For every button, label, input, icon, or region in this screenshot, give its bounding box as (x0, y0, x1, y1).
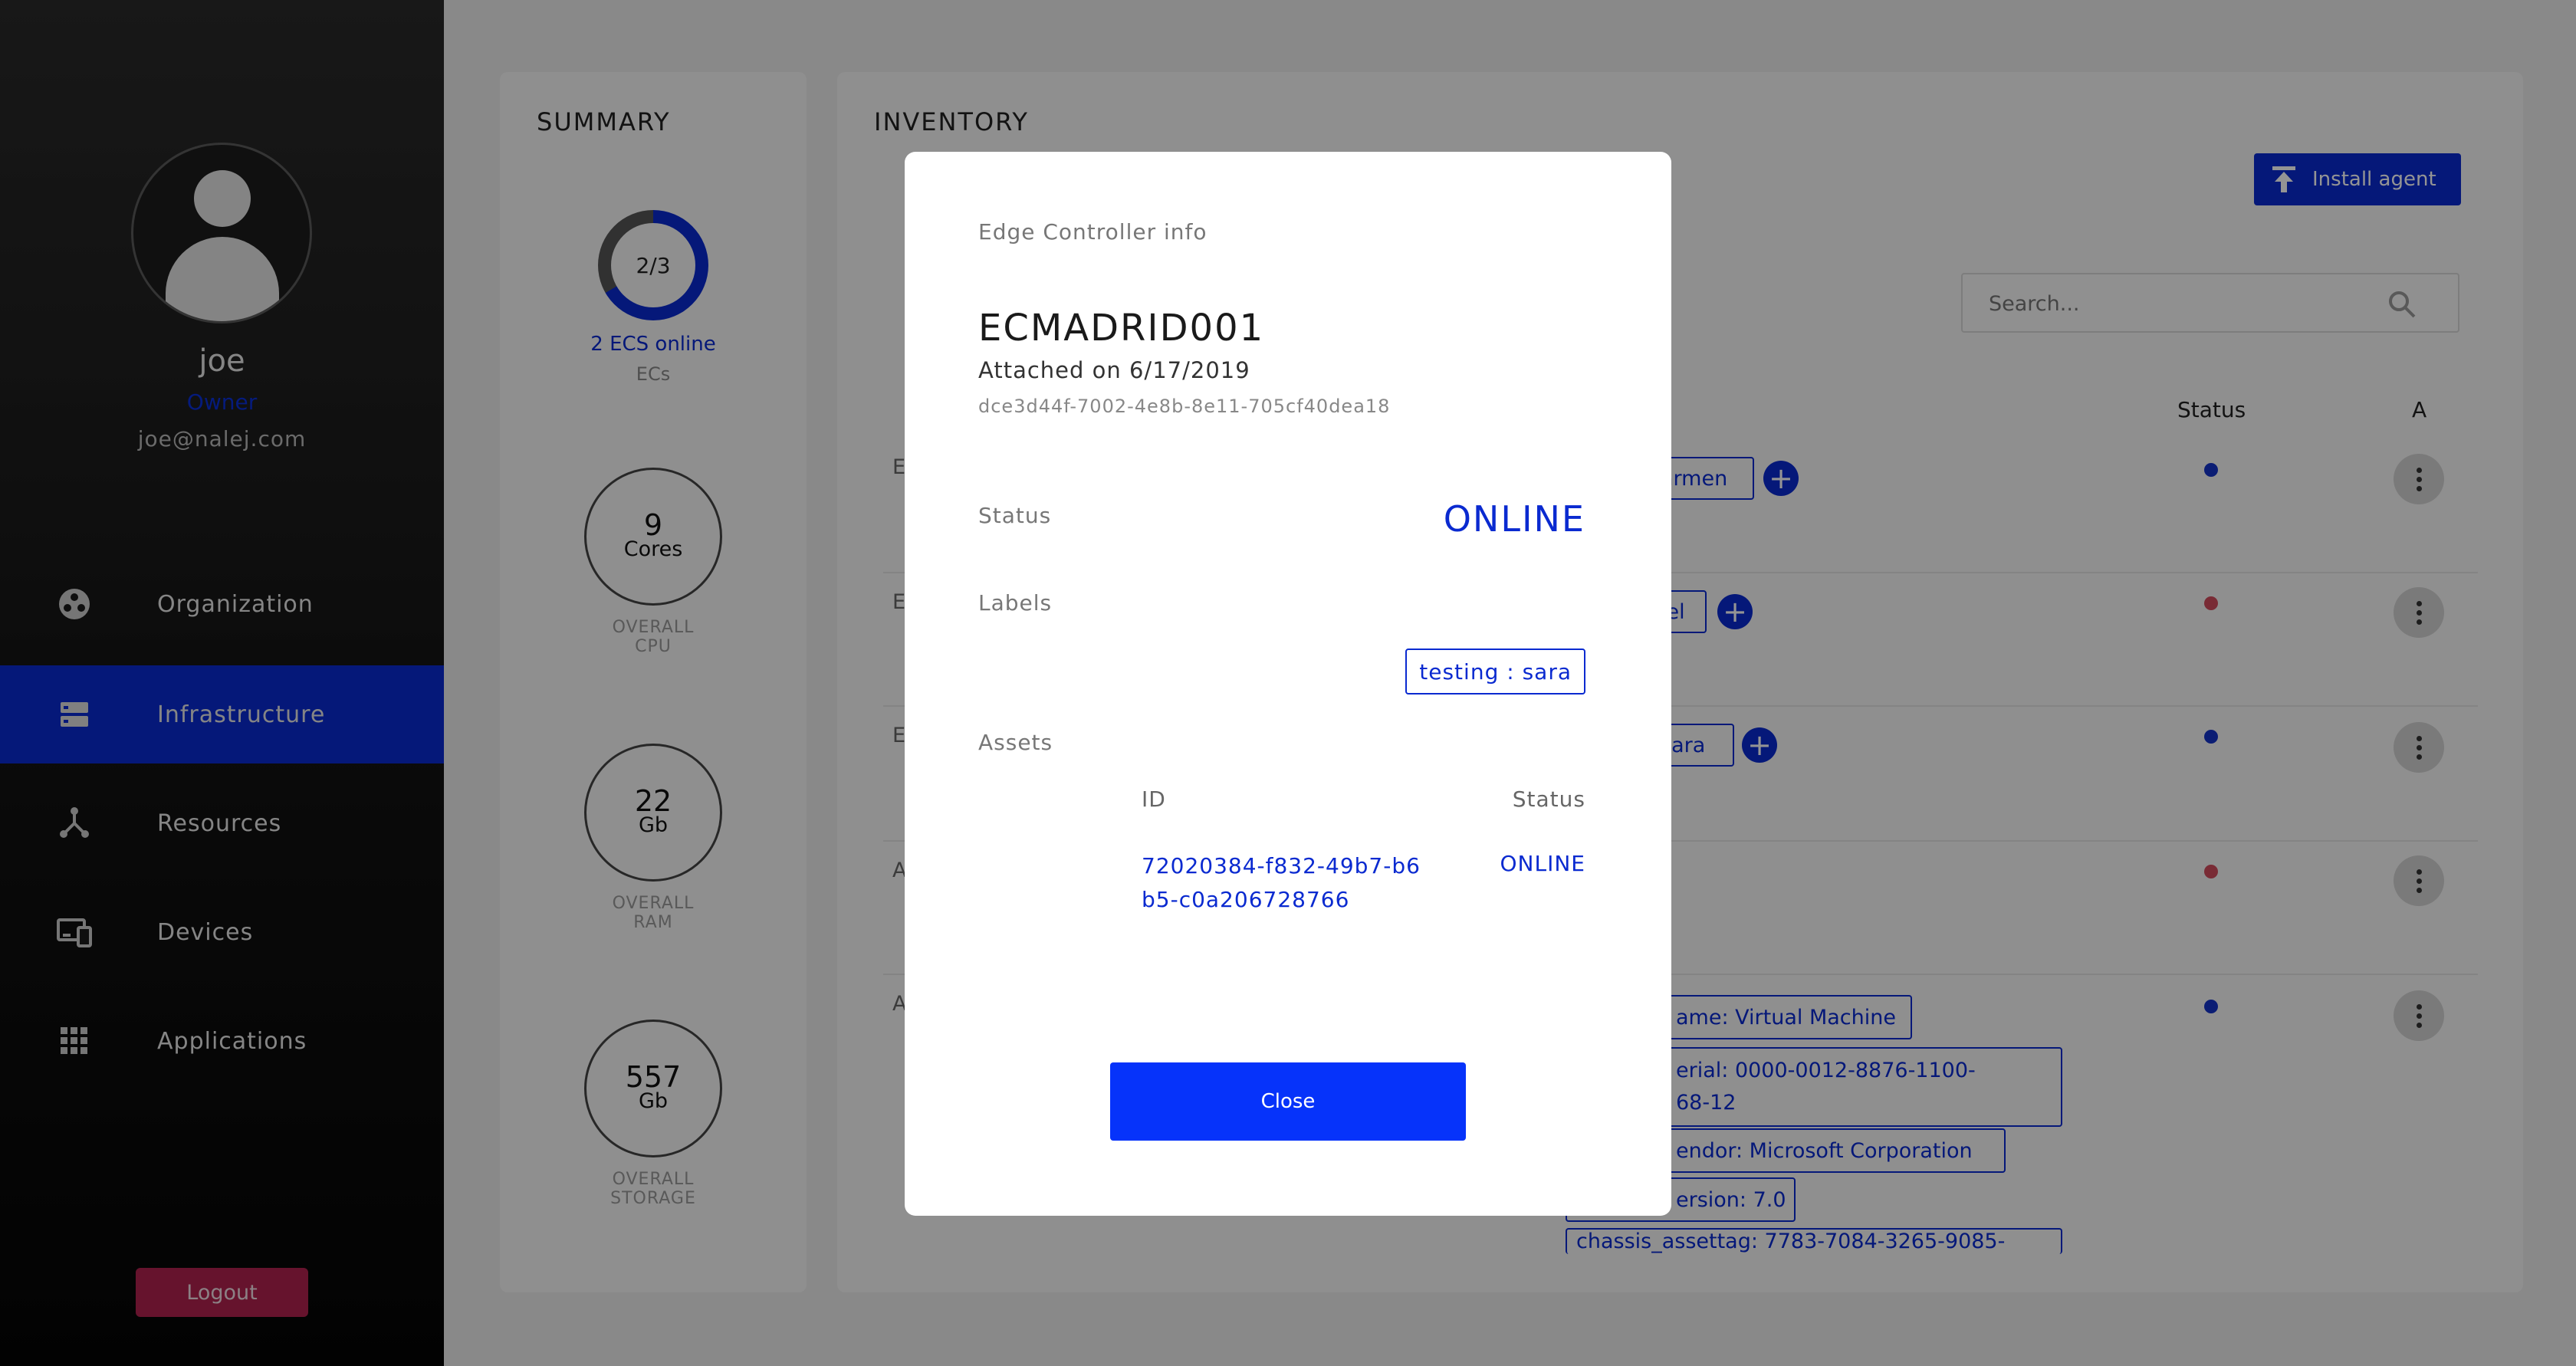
edge-controller-id: dce3d44f-7002-4e8b-8e11-705cf40dea18 (978, 396, 1391, 417)
status-value: ONLINE (1443, 498, 1585, 540)
edge-controller-name: ECMADRID001 (978, 307, 1265, 350)
label-chip[interactable]: testing : sara (1405, 649, 1585, 694)
asset-status: ONLINE (1500, 851, 1585, 876)
assets-label: Assets (978, 730, 1053, 755)
edge-controller-info-dialog: Edge Controller info ECMADRID001 Attache… (905, 152, 1671, 1216)
assets-id-header: ID (1142, 786, 1166, 812)
attached-date: Attached on 6/17/2019 (978, 357, 1250, 383)
labels-label: Labels (978, 590, 1053, 616)
assets-status-header: Status (1512, 786, 1585, 812)
status-label: Status (978, 503, 1052, 528)
close-button[interactable]: Close (1110, 1062, 1466, 1141)
asset-id-link[interactable]: 72020384-f832-49b7-b6b5-c0a206728766 (1142, 849, 1433, 917)
dialog-header: Edge Controller info (978, 219, 1208, 245)
